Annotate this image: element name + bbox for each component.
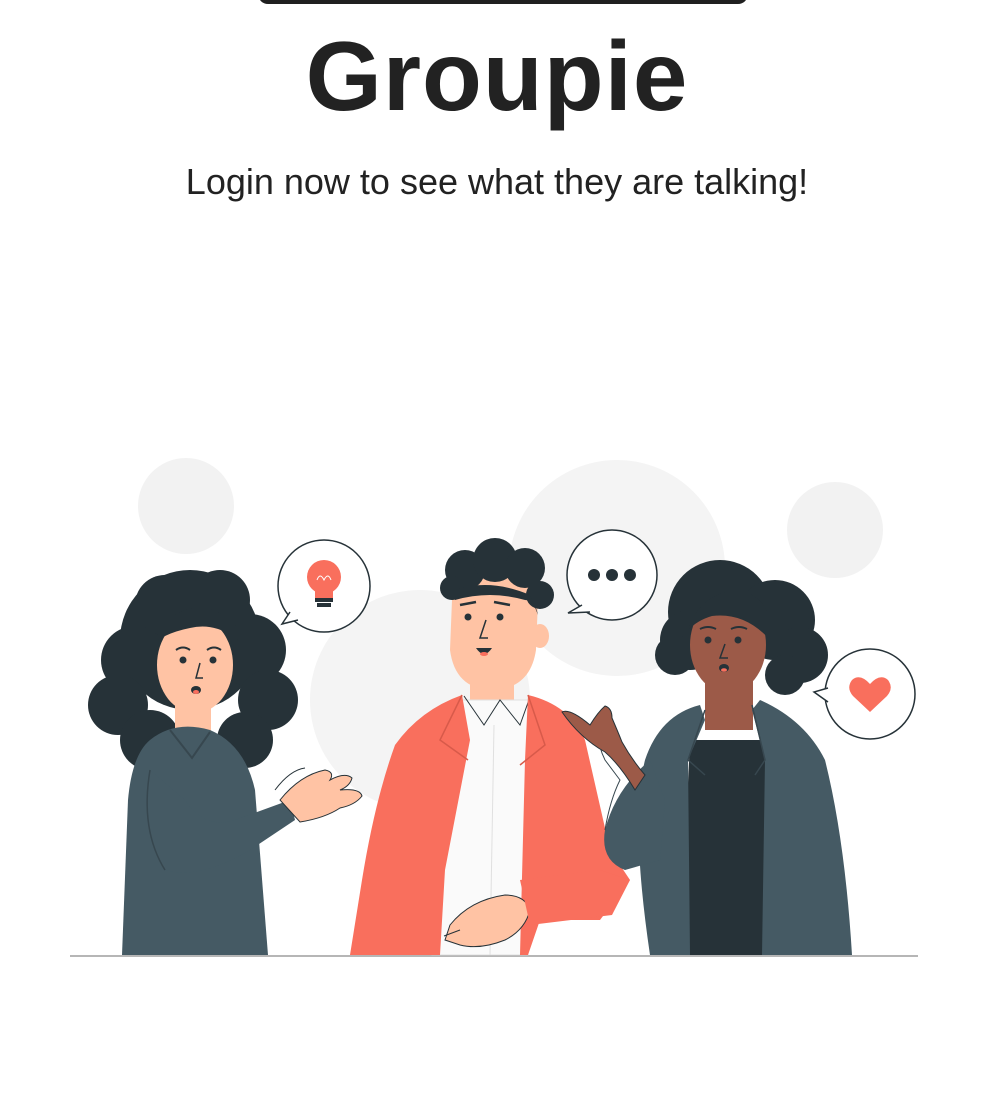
conversation-illustration — [70, 458, 918, 957]
lightbulb-bubble — [277, 539, 371, 633]
heart-bubble — [812, 648, 916, 740]
ellipsis-icon — [588, 569, 636, 581]
ellipsis-bubble — [566, 529, 658, 621]
